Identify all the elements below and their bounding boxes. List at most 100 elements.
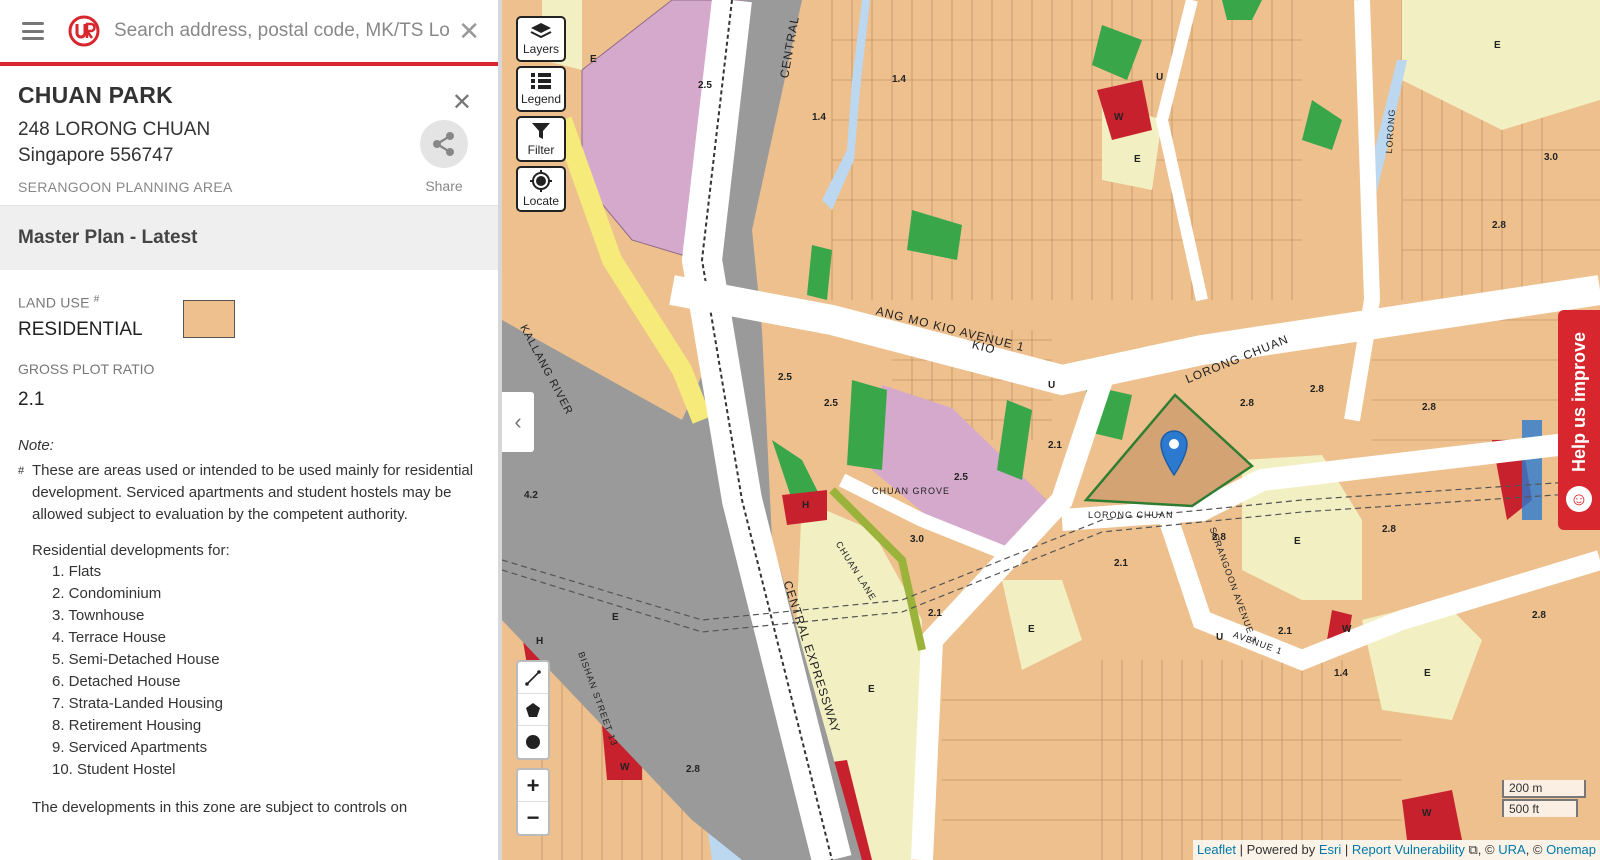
help-us-improve-button[interactable]: Help us improve ☺ <box>1558 310 1600 530</box>
list-item: 6. Detached House <box>52 672 181 690</box>
map-label: E <box>868 684 875 695</box>
map-label: 2.8 <box>686 764 700 775</box>
gpr-label: GROSS PLOT RATIO <box>18 360 155 377</box>
layers-label: Layers <box>522 42 560 56</box>
address-line-2: Singapore 556747 <box>18 145 174 166</box>
road-label: CHUAN GROVE <box>872 486 951 496</box>
ura-link[interactable]: URA <box>1498 842 1525 857</box>
map-label: W <box>1114 112 1124 123</box>
locate-icon <box>530 170 552 192</box>
filter-button[interactable]: Filter <box>516 116 566 162</box>
map-label: U <box>1216 632 1224 643</box>
map-label: E <box>1134 154 1141 165</box>
search-input[interactable] <box>114 20 453 42</box>
map-label: W <box>1342 624 1352 635</box>
map-label: 2.8 <box>1240 398 1254 409</box>
note-footer: The developments in this zone are subjec… <box>32 798 408 816</box>
map-label: 1.4 <box>892 74 906 85</box>
gpr-value: 2.1 <box>18 388 45 410</box>
note-text: These are areas used or intended to be u… <box>32 461 474 523</box>
list-item: 8. Retirement Housing <box>52 716 202 734</box>
draw-line-button[interactable] <box>518 662 548 694</box>
map-label: 2.1 <box>1048 440 1062 451</box>
leaflet-link[interactable]: Leaflet <box>1197 842 1236 857</box>
locate-label: Locate <box>522 194 560 208</box>
map-label: 2.5 <box>778 372 792 383</box>
powered-text: | Powered by <box>1239 842 1316 857</box>
map-label: 2.5 <box>698 80 712 91</box>
map-label: 2.5 <box>824 398 838 409</box>
map-label: W <box>1422 808 1432 819</box>
zoom-in-button[interactable]: + <box>518 770 548 802</box>
list-item: 2. Condominium <box>52 584 162 602</box>
scale-imperial: 500 ft <box>1502 799 1578 817</box>
section-title: Master Plan - Latest <box>0 206 498 270</box>
search-bar: ✕ <box>0 0 498 66</box>
map-canvas[interactable] <box>502 0 1600 860</box>
map-label: 1.4 <box>1334 668 1348 679</box>
ura-logo <box>68 15 100 47</box>
map-label: 2.8 <box>1532 610 1546 621</box>
map-label: 2.1 <box>928 608 942 619</box>
map-label: 1.4 <box>812 112 826 123</box>
location-pin-icon[interactable] <box>1159 428 1189 476</box>
map-label: E <box>590 54 597 65</box>
map-label: E <box>1028 624 1035 635</box>
map-label: 4.2 <box>524 490 538 501</box>
polygon-icon <box>526 702 540 717</box>
smiley-icon: ☺ <box>1566 486 1592 513</box>
note: Note: # These are areas used or intended… <box>18 437 480 816</box>
legend-icon <box>531 73 551 89</box>
zoom-out-button[interactable]: − <box>518 802 548 834</box>
list-item: 7. Strata-Landed Housing <box>52 694 223 712</box>
report-vulnerability-link[interactable]: Report Vulnerability <box>1352 842 1465 857</box>
land-use-label: LAND USE # <box>18 294 100 311</box>
legend-button[interactable]: Legend <box>516 66 566 112</box>
land-use-detail: LAND USE # RESIDENTIAL GROSS PLOT RATIO … <box>0 270 498 816</box>
map-label: 2.8 <box>1382 524 1396 535</box>
onemap-link[interactable]: Onemap <box>1546 842 1596 857</box>
scale-bar: 200 m 500 ft <box>1502 780 1586 818</box>
zoom-control: + − <box>516 768 550 836</box>
note-sub: Residential developments for: <box>32 541 230 559</box>
menu-icon[interactable] <box>22 22 44 40</box>
map-label: 2.8 <box>1492 220 1506 231</box>
share-icon <box>420 120 468 168</box>
land-use-swatch <box>182 300 235 338</box>
map-view[interactable]: 2.5 1.4 1.4 2.8 3.0 2.5 2.5 2.1 2.5 3.0 … <box>502 0 1600 860</box>
place-address: 248 LORONG CHUAN Singapore 556747 <box>18 117 480 169</box>
separator: | <box>1344 842 1349 857</box>
info-panel: ✕ CHUAN PARK 248 LORONG CHUAN Singapore … <box>0 0 502 860</box>
list-item: 10. Student Hostel <box>52 760 176 778</box>
close-icon[interactable]: ✕ <box>452 88 472 117</box>
clear-search-icon[interactable]: ✕ <box>458 18 480 44</box>
map-label: 2.8 <box>1422 402 1436 413</box>
legend-label: Legend <box>520 92 562 106</box>
map-label: W <box>620 762 630 773</box>
draw-polygon-button[interactable] <box>518 694 548 726</box>
layers-button[interactable]: Layers <box>516 16 566 62</box>
draw-circle-button[interactable] <box>518 726 548 758</box>
collapse-panel-button[interactable]: ‹ <box>502 392 534 452</box>
copyright-text: , © <box>1477 842 1495 857</box>
share-button[interactable]: Share <box>418 120 470 194</box>
map-label: 2.1 <box>1114 558 1128 569</box>
scale-metric: 200 m <box>1502 780 1586 798</box>
draw-toolbar <box>516 660 550 760</box>
map-label: E <box>612 612 619 623</box>
list-item: 1. Flats <box>52 562 102 580</box>
map-label: 3.0 <box>910 534 924 545</box>
external-link-icon: ⧉ <box>1468 842 1478 857</box>
list-item: 4. Terrace House <box>52 628 166 646</box>
locate-button[interactable]: Locate <box>516 166 566 212</box>
note-title: Note: <box>18 436 54 454</box>
map-label: H <box>802 500 810 511</box>
land-use-value: RESIDENTIAL <box>18 318 143 340</box>
esri-link[interactable]: Esri <box>1319 842 1341 857</box>
filter-label: Filter <box>527 143 555 157</box>
share-label: Share <box>425 178 463 194</box>
address-line-1: 248 LORONG CHUAN <box>18 119 211 140</box>
place-header: CHUAN PARK 248 LORONG CHUAN Singapore 55… <box>0 66 498 206</box>
map-label: 2.1 <box>1278 626 1292 637</box>
list-item: 5. Semi-Detached House <box>52 650 220 668</box>
